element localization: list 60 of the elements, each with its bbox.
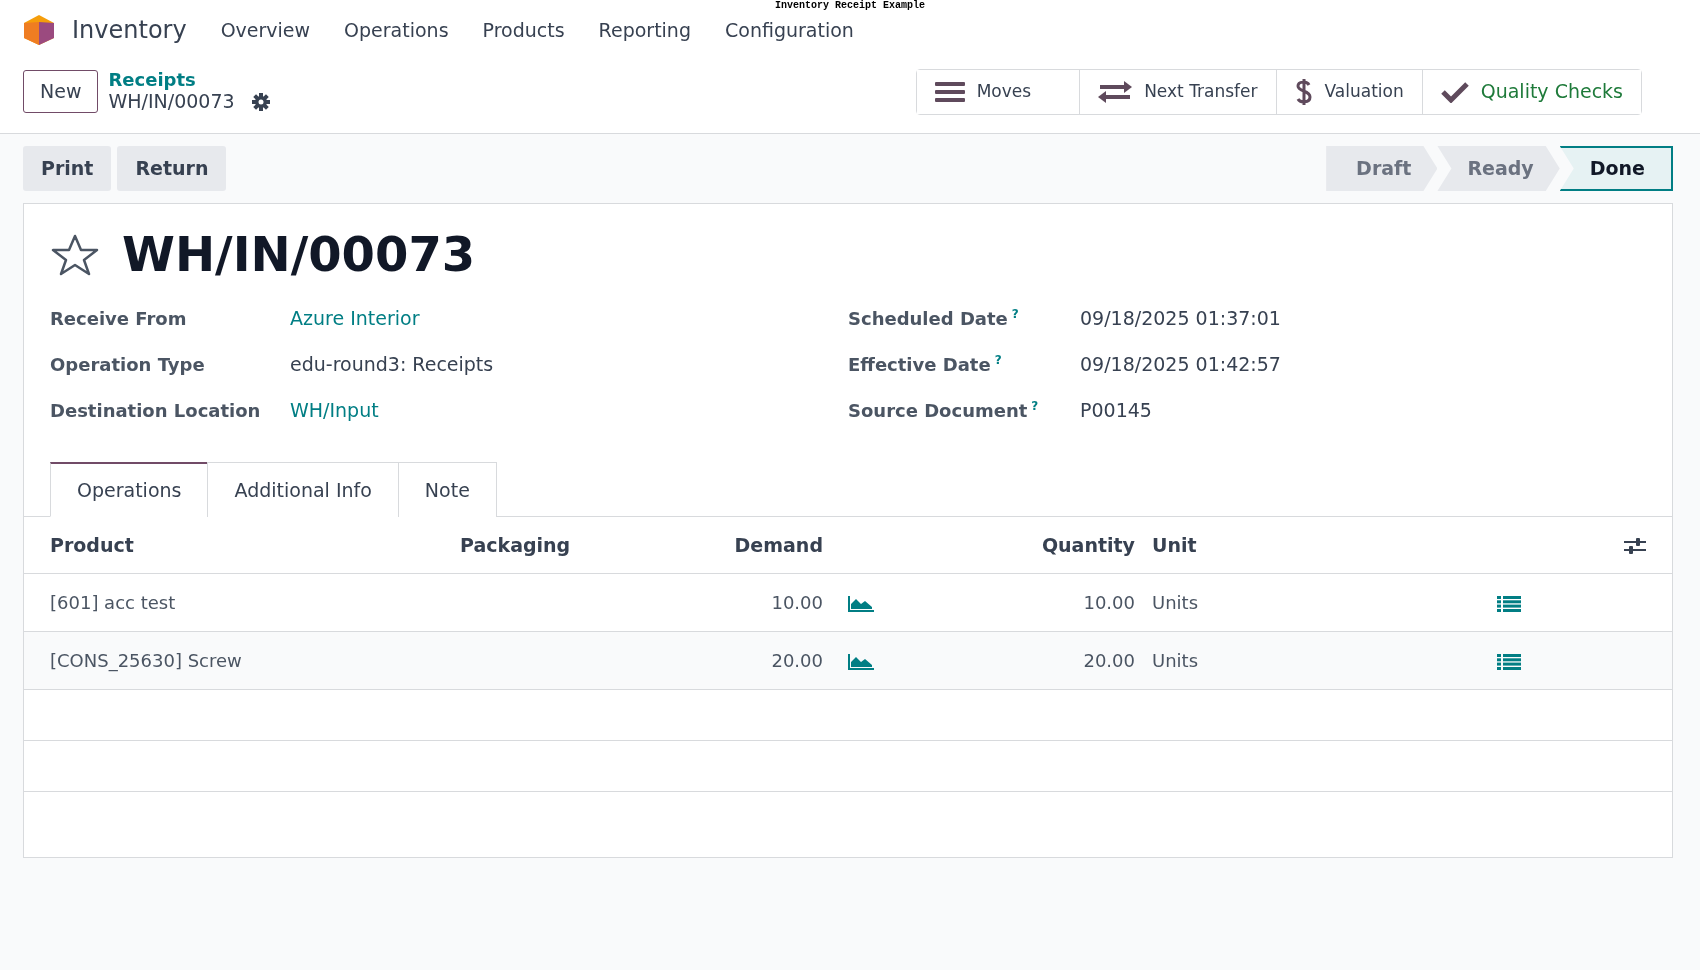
field-label: Destination Location bbox=[50, 399, 262, 424]
table-cell: Units bbox=[1152, 649, 1199, 671]
help-tooltip[interactable]: ? bbox=[1011, 307, 1019, 322]
table-cell: Units bbox=[1152, 591, 1199, 613]
column-settings-icon bbox=[1624, 537, 1646, 556]
settings-icon bbox=[250, 91, 271, 112]
table-cell: 20.00 bbox=[1083, 649, 1135, 671]
table-cell: 10.00 bbox=[1083, 591, 1135, 613]
quality-button[interactable]: Quality Checks bbox=[1421, 69, 1641, 114]
field-value: edu-round3: Receipts bbox=[290, 352, 494, 378]
field-label: Source Document bbox=[848, 400, 1028, 422]
table-cell: 20.00 bbox=[771, 649, 823, 671]
star-icon[interactable] bbox=[50, 233, 100, 276]
field-label: Effective Date bbox=[848, 354, 991, 376]
breadcrumb-link[interactable]: Receipts bbox=[108, 70, 271, 91]
action-button[interactable]: Print bbox=[23, 146, 112, 191]
caption: Inventory Receipt Example bbox=[775, 1, 926, 11]
field-value: P00145 bbox=[1080, 398, 1152, 424]
field-link[interactable]: Azure Interior bbox=[290, 304, 420, 333]
field-label: Receive From bbox=[50, 307, 188, 332]
table-cell: 10.00 bbox=[771, 591, 823, 613]
form-tab[interactable]: Operations bbox=[50, 461, 209, 518]
app-logo-icon bbox=[22, 14, 56, 46]
table-cell: [601] acc test bbox=[50, 591, 176, 613]
column-header[interactable]: Unit bbox=[1152, 533, 1197, 556]
area-chart-icon bbox=[848, 595, 874, 612]
field-value: 09/18/2025 01:37:01 bbox=[1080, 306, 1281, 332]
column-header[interactable]: Demand bbox=[734, 533, 823, 556]
field-value: 09/18/2025 01:42:57 bbox=[1080, 352, 1281, 378]
dollar-icon bbox=[1294, 76, 1313, 107]
help-tooltip[interactable]: ? bbox=[1031, 399, 1039, 414]
menu-item[interactable]: Configuration bbox=[725, 15, 854, 45]
form-tab[interactable]: Additional Info bbox=[207, 461, 399, 518]
status-stage[interactable]: Ready bbox=[1437, 146, 1560, 191]
field-label: Operation Type bbox=[50, 353, 206, 378]
table-cell: [CONS_25630] Screw bbox=[50, 649, 242, 671]
status-stage[interactable]: Draft bbox=[1326, 146, 1438, 191]
menu-item[interactable]: Overview bbox=[220, 15, 311, 45]
check-icon bbox=[1440, 80, 1469, 103]
form-tab[interactable]: Note bbox=[397, 461, 497, 518]
status-stage[interactable]: Done bbox=[1559, 146, 1673, 191]
column-header[interactable]: Product bbox=[50, 533, 134, 556]
app-name[interactable]: Inventory bbox=[72, 12, 187, 48]
field-label: Scheduled Date bbox=[848, 308, 1008, 330]
record-title: WH/IN/00073 bbox=[122, 226, 476, 284]
column-header[interactable]: Quantity bbox=[1041, 533, 1135, 556]
new-button[interactable]: New bbox=[23, 70, 99, 113]
menu-item[interactable]: Operations bbox=[344, 15, 449, 45]
record-name: WH/IN/00073 bbox=[108, 90, 235, 113]
detailed-list-icon[interactable] bbox=[1497, 595, 1521, 612]
column-header[interactable]: Packaging bbox=[460, 533, 571, 556]
detailed-list-icon[interactable] bbox=[1497, 653, 1521, 670]
area-chart-icon bbox=[848, 653, 874, 670]
help-tooltip[interactable]: ? bbox=[994, 353, 1002, 368]
action-button[interactable]: Return bbox=[117, 146, 227, 191]
menu-item[interactable]: Products bbox=[482, 15, 565, 45]
exchange-icon bbox=[1098, 80, 1133, 103]
menu-item[interactable]: Reporting bbox=[598, 15, 691, 45]
list-icon bbox=[934, 80, 965, 103]
field-link[interactable]: WH/Input bbox=[290, 396, 379, 425]
